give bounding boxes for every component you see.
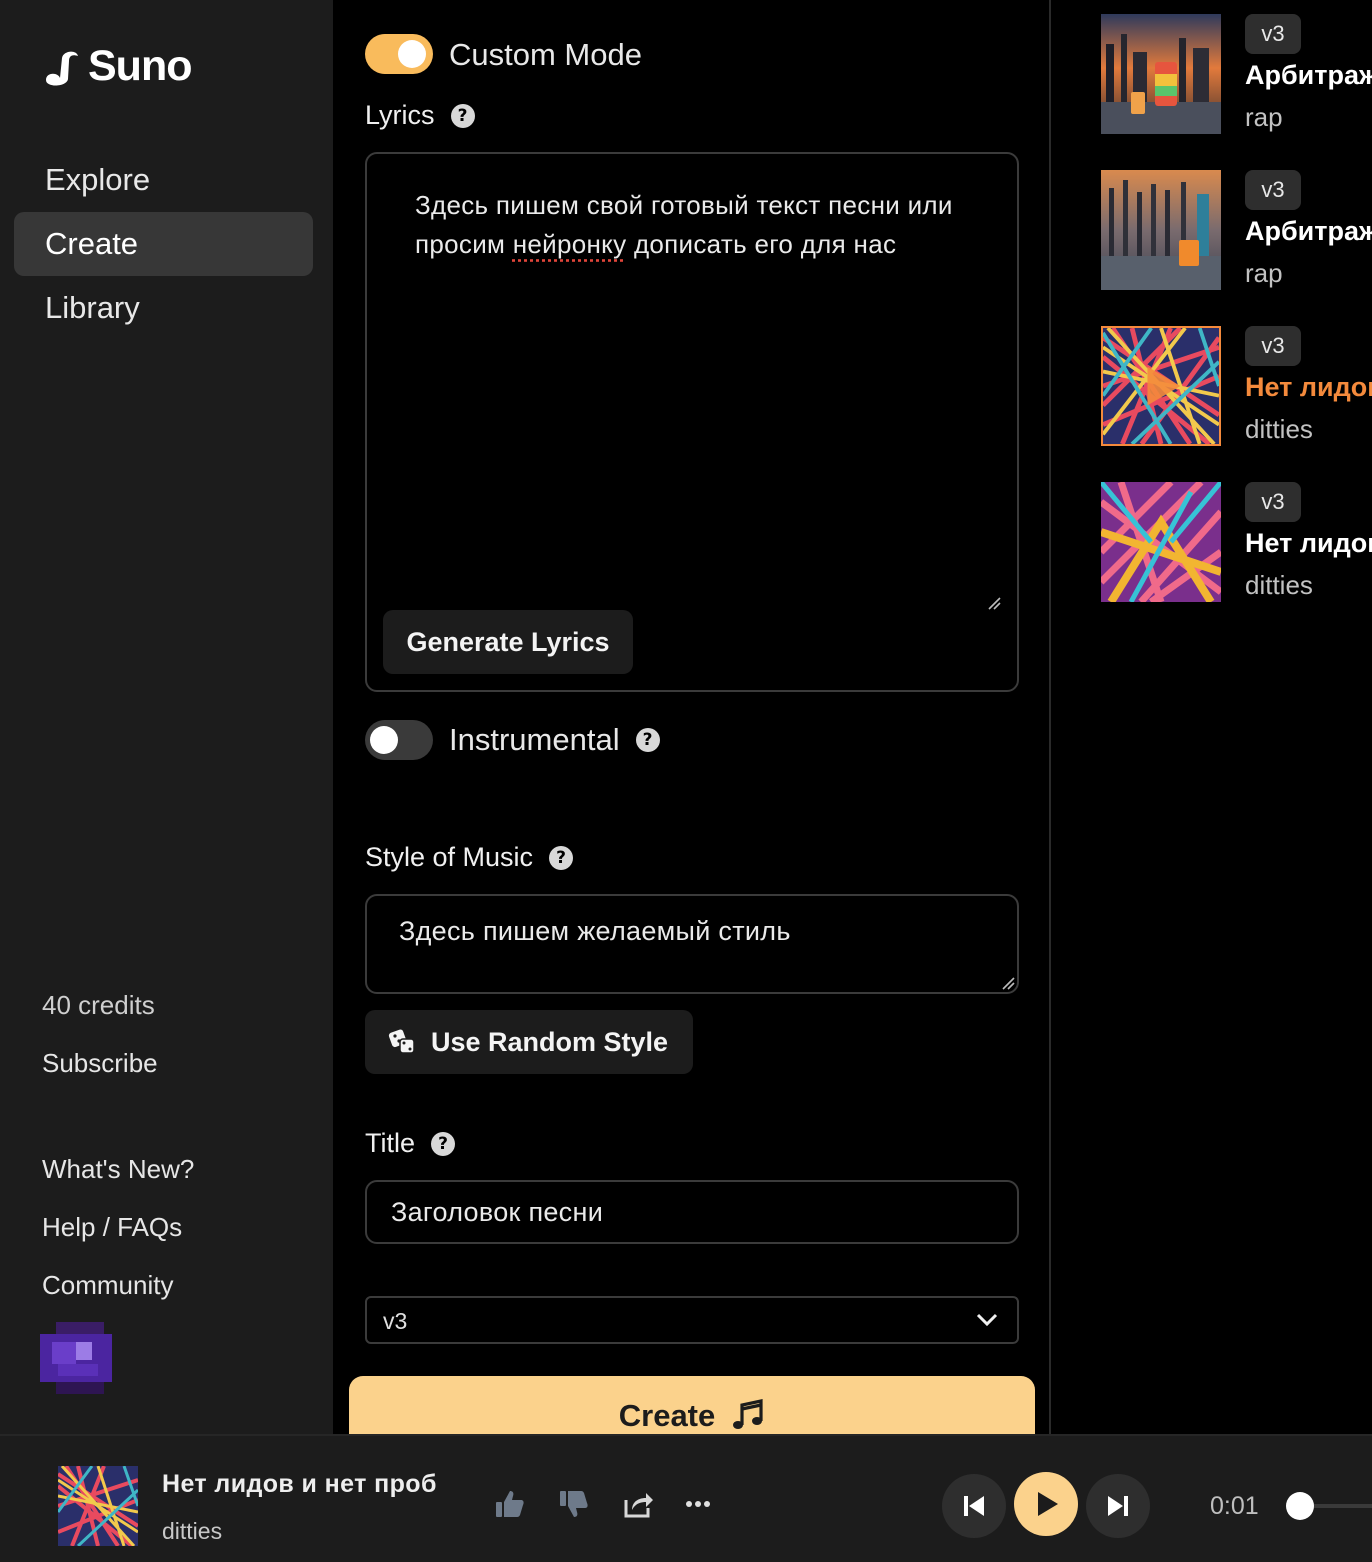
version-badge: v3 <box>1245 14 1301 54</box>
more-icon[interactable] <box>684 1488 716 1520</box>
title-value: Заголовок песни <box>391 1197 604 1227</box>
lyrics-text: Здесь пишем свой готовый текст песни или… <box>415 186 985 264</box>
sidebar: Suno Explore Create Library 40 credits S… <box>0 0 333 1434</box>
help-icon[interactable]: ? <box>431 1131 456 1156</box>
play-icon <box>1038 1492 1058 1516</box>
song-cover <box>1101 170 1221 290</box>
thumbs-down-icon[interactable] <box>558 1488 590 1520</box>
skip-back-icon <box>964 1496 984 1516</box>
title-input[interactable]: Заголовок песни <box>365 1180 1019 1244</box>
generate-lyrics-button[interactable]: Generate Lyrics <box>383 610 633 674</box>
song-cover <box>1101 14 1221 134</box>
dice-icon <box>388 1029 415 1054</box>
now-playing-cover <box>58 1466 138 1546</box>
title-label: Title ? <box>365 1128 456 1159</box>
brand-name: Suno <box>88 42 192 90</box>
style-label: Style of Music ? <box>365 842 574 873</box>
song-item[interactable]: v3 Арбитраж rap <box>1101 14 1372 136</box>
nav-create[interactable]: Create <box>14 212 313 276</box>
thumbs-up-icon[interactable] <box>494 1488 526 1520</box>
version-badge: v3 <box>1245 326 1301 366</box>
play-button[interactable] <box>1014 1472 1078 1536</box>
version-badge: v3 <box>1245 482 1301 522</box>
song-list: v3 Арбитраж rap v3 Арбитраж rap v3 Нет л… <box>1053 0 1372 1434</box>
chevron-down-icon <box>976 1313 998 1327</box>
song-item[interactable]: v3 Арбитраж rap <box>1101 170 1372 292</box>
avatar[interactable] <box>40 1322 112 1394</box>
skip-back-button[interactable] <box>942 1474 1006 1538</box>
skip-forward-button[interactable] <box>1086 1474 1150 1538</box>
instrumental-toggle[interactable] <box>365 720 433 760</box>
lyrics-text-end: дописать его для нас <box>626 229 897 259</box>
style-label-text: Style of Music <box>365 842 534 872</box>
song-title[interactable]: Арбитраж <box>1245 216 1372 247</box>
nav-library[interactable]: Library <box>14 276 313 340</box>
create-form: Custom Mode Lyrics ? Здесь пишем свой го… <box>333 0 1051 1456</box>
spellcheck-flagged-word: нейронку <box>512 229 627 259</box>
lyrics-textarea[interactable]: Здесь пишем свой готовый текст песни или… <box>365 152 1019 692</box>
whats-new-link[interactable]: What's New? <box>42 1154 194 1185</box>
music-note-icon <box>733 1399 763 1429</box>
use-random-style-label: Use Random Style <box>431 1026 669 1057</box>
share-icon[interactable] <box>622 1488 654 1520</box>
custom-mode-toggle[interactable] <box>365 34 433 74</box>
lyrics-label: Lyrics ? <box>365 100 475 131</box>
now-playing-genre: ditties <box>162 1518 223 1544</box>
song-title[interactable]: Нет лидов <box>1245 528 1372 559</box>
title-label-text: Title <box>365 1128 416 1158</box>
resize-handle-icon[interactable] <box>1001 976 1015 990</box>
song-genre: rap <box>1245 258 1283 288</box>
suno-logo-icon <box>46 51 78 86</box>
use-random-style-button[interactable]: Use Random Style <box>365 1010 693 1074</box>
model-version-value: v3 <box>383 1308 408 1334</box>
player-bar: Нет лидов и нет проб ditties 0:01 <box>0 1434 1372 1562</box>
instrumental-label: Instrumental ? <box>449 722 660 758</box>
song-item[interactable]: v3 Нет лидов ditties <box>1101 482 1372 604</box>
version-badge: v3 <box>1245 170 1301 210</box>
song-cover <box>1101 326 1221 446</box>
song-title[interactable]: Нет лидов <box>1245 372 1372 403</box>
subscribe-link[interactable]: Subscribe <box>42 1048 158 1079</box>
style-of-music-input[interactable]: Здесь пишем желаемый стиль <box>365 894 1019 994</box>
help-faqs-link[interactable]: Help / FAQs <box>42 1212 182 1243</box>
playback-time: 0:01 <box>1210 1492 1259 1520</box>
song-title[interactable]: Арбитраж <box>1245 60 1372 91</box>
model-version-select[interactable]: v3 <box>365 1296 1019 1344</box>
progress-handle[interactable] <box>1286 1492 1314 1520</box>
lyrics-label-text: Lyrics <box>365 100 435 130</box>
song-cover <box>1101 482 1221 602</box>
custom-mode-label: Custom Mode <box>449 37 642 72</box>
help-icon[interactable]: ? <box>635 728 660 752</box>
credits-count: 40 credits <box>42 990 155 1020</box>
song-genre: ditties <box>1245 570 1313 600</box>
style-of-music-value: Здесь пишем желаемый стиль <box>399 916 791 946</box>
nav-explore[interactable]: Explore <box>14 148 313 212</box>
skip-forward-icon <box>1108 1496 1128 1516</box>
community-link[interactable]: Community <box>42 1270 173 1301</box>
resize-handle-icon[interactable] <box>987 596 1001 610</box>
help-icon[interactable]: ? <box>549 845 574 870</box>
help-icon[interactable]: ? <box>450 103 475 128</box>
instrumental-label-text: Instrumental <box>449 722 620 757</box>
song-genre: rap <box>1245 102 1283 132</box>
now-playing-title[interactable]: Нет лидов и нет проб <box>162 1470 437 1499</box>
song-genre: ditties <box>1245 414 1313 444</box>
song-item[interactable]: v3 Нет лидов ditties <box>1101 326 1372 448</box>
suno-logo[interactable]: Suno <box>42 42 192 91</box>
